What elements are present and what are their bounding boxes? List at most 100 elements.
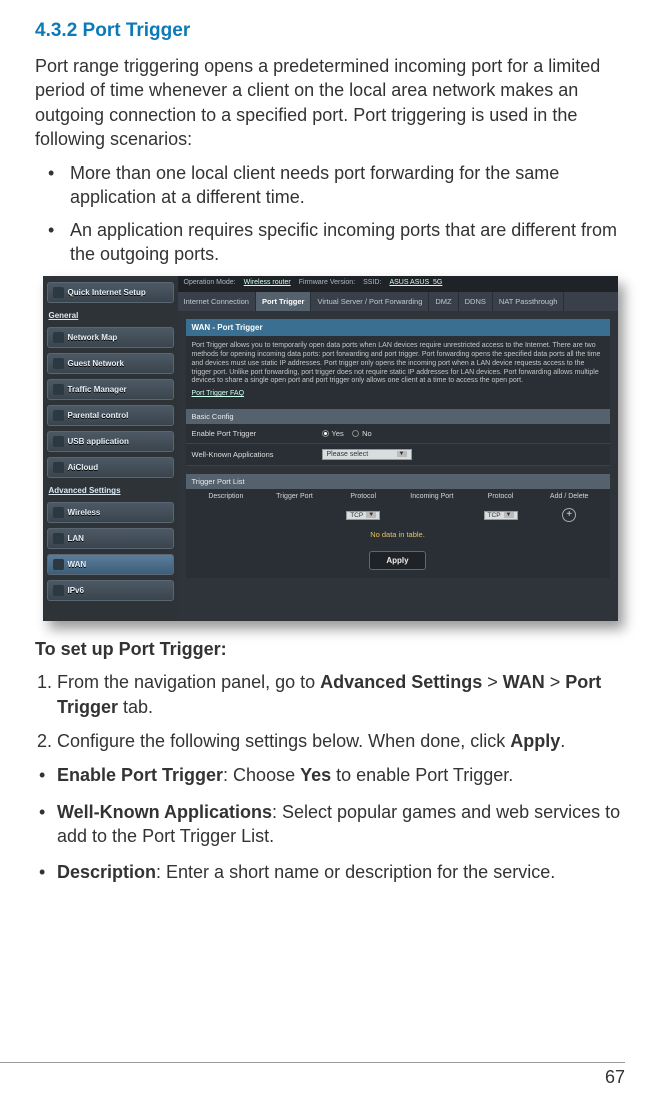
wrench-icon <box>53 287 64 298</box>
step-text: > <box>545 672 566 692</box>
apply-button[interactable]: Apply <box>369 551 425 570</box>
cloud-icon <box>53 462 64 473</box>
sidebar-item-aicloud[interactable]: AiCloud <box>47 457 174 478</box>
wka-row: Well-Known Applications Please select ▼ <box>186 444 610 466</box>
scenario-item: An application requires specific incomin… <box>70 218 625 267</box>
panel-title: WAN - Port Trigger <box>186 319 610 336</box>
sidebar-item-label: Quick Internet Setup <box>68 288 146 297</box>
radio-no[interactable] <box>352 430 359 437</box>
select-protocol-2[interactable]: TCP▼ <box>484 511 518 520</box>
enable-label: Enable Port Trigger <box>192 429 322 438</box>
opt-text: : Choose <box>223 765 300 785</box>
router-screenshot: Quick Internet Setup General Network Map… <box>43 276 618 621</box>
scenario-item: More than one local client needs port fo… <box>70 161 625 210</box>
no-data-message: No data in table. <box>186 526 610 543</box>
tab-nat-passthrough[interactable]: NAT Passthrough <box>493 292 565 311</box>
step-text: . <box>560 731 565 751</box>
proto-value: TCP <box>350 512 363 519</box>
sidebar-item-label: LAN <box>68 534 84 543</box>
step-1: From the navigation panel, go to Advance… <box>57 670 625 719</box>
tlist-input-row: TCP▼ TCP▼ + <box>186 504 610 526</box>
trigger-port-list: Trigger Port List Description Trigger Po… <box>186 474 610 578</box>
radio-yes[interactable] <box>322 430 329 437</box>
tab-port-trigger[interactable]: Port Trigger <box>256 292 312 311</box>
opt-text: to enable Port Trigger. <box>331 765 513 785</box>
sidebar-item-network-map[interactable]: Network Map <box>47 327 174 348</box>
sidebar: Quick Internet Setup General Network Map… <box>43 276 178 621</box>
chevron-down-icon: ▼ <box>366 512 376 518</box>
select-protocol-1[interactable]: TCP▼ <box>346 511 380 520</box>
faq-link[interactable]: Port Trigger FAQ <box>192 390 245 399</box>
setup-steps: From the navigation panel, go to Advance… <box>35 670 625 753</box>
section-title: Port Trigger <box>83 20 191 41</box>
sidebar-item-label: IPv6 <box>68 586 84 595</box>
panel-body-text: Port Trigger allows you to temporarily o… <box>192 342 601 384</box>
sidebar-quick-setup[interactable]: Quick Internet Setup <box>47 282 174 303</box>
tab-dmz[interactable]: DMZ <box>429 292 458 311</box>
proto-value: TCP <box>488 512 501 519</box>
sidebar-item-label: WAN <box>68 560 87 569</box>
sidebar-item-traffic[interactable]: Traffic Manager <box>47 379 174 400</box>
option-list: Enable Port Trigger: Choose Yes to enabl… <box>35 763 625 884</box>
ipv6-icon <box>53 585 64 596</box>
col-protocol-2: Protocol <box>466 493 535 500</box>
basic-config-bar: Basic Config <box>186 409 610 424</box>
step-text: > <box>482 672 503 692</box>
option-wka: Well-Known Applications: Select popular … <box>57 800 625 849</box>
step-text: Configure the following settings below. … <box>57 731 510 751</box>
page-number: 67 <box>605 1067 625 1088</box>
ssid-value: ASUS ASUS_5G <box>389 279 442 289</box>
tab-virtual-server[interactable]: Virtual Server / Port Forwarding <box>311 292 429 311</box>
apply-row: Apply <box>186 543 610 578</box>
top-status-bar: Operation Mode: Wireless router Firmware… <box>178 276 618 292</box>
sidebar-item-wireless[interactable]: Wireless <box>47 502 174 523</box>
setup-heading: To set up Port Trigger: <box>35 639 625 660</box>
step-text: From the navigation panel, go to <box>57 672 320 692</box>
usb-icon <box>53 436 64 447</box>
col-add-delete: Add / Delete <box>535 493 604 500</box>
radio-yes-label: Yes <box>332 429 344 438</box>
wan-panel: WAN - Port Trigger Port Trigger allows y… <box>186 319 610 466</box>
ssid-label: SSID: <box>363 279 381 289</box>
apply-label: Apply <box>510 731 560 751</box>
map-icon <box>53 332 64 343</box>
sidebar-item-wan[interactable]: WAN <box>47 554 174 575</box>
wka-select[interactable]: Please select ▼ <box>322 449 412 460</box>
radio-no-label: No <box>362 429 372 438</box>
gauge-icon <box>53 384 64 395</box>
footer-divider <box>0 1062 625 1063</box>
sidebar-item-parental[interactable]: Parental control <box>47 405 174 426</box>
sidebar-item-label: Guest Network <box>68 359 124 368</box>
chevron-down-icon: ▼ <box>504 512 514 518</box>
sidebar-heading-general: General <box>47 308 174 323</box>
opt-name: Description <box>57 862 156 882</box>
mode-value[interactable]: Wireless router <box>244 279 291 289</box>
fw-label: Firmware Version: <box>299 279 355 289</box>
sidebar-item-guest-network[interactable]: Guest Network <box>47 353 174 374</box>
tab-internet-connection[interactable]: Internet Connection <box>178 292 256 311</box>
tab-ddns[interactable]: DDNS <box>459 292 493 311</box>
panel-description: Port Trigger allows you to temporarily o… <box>186 336 610 405</box>
sidebar-item-ipv6[interactable]: IPv6 <box>47 580 174 601</box>
sidebar-item-lan[interactable]: LAN <box>47 528 174 549</box>
col-trigger-port: Trigger Port <box>260 493 329 500</box>
add-button[interactable]: + <box>562 508 576 522</box>
opt-name: Enable Port Trigger <box>57 765 223 785</box>
mode-label: Operation Mode: <box>184 279 236 289</box>
users-icon <box>53 358 64 369</box>
enable-port-trigger-row: Enable Port Trigger Yes No <box>186 424 610 444</box>
sidebar-item-label: Network Map <box>68 333 118 342</box>
sidebar-heading-advanced: Advanced Settings <box>47 483 174 498</box>
step-2: Configure the following settings below. … <box>57 729 625 753</box>
col-protocol-1: Protocol <box>329 493 398 500</box>
wka-label: Well-Known Applications <box>192 450 322 459</box>
sidebar-item-usb[interactable]: USB application <box>47 431 174 452</box>
sidebar-item-label: AiCloud <box>68 463 99 472</box>
sidebar-item-label: USB application <box>68 437 129 446</box>
tlist-columns: Description Trigger Port Protocol Incomi… <box>186 489 610 504</box>
globe-icon <box>53 559 64 570</box>
section-heading: 4.3.2 Port Trigger <box>35 20 625 42</box>
tab-bar: Internet Connection Port Trigger Virtual… <box>178 292 618 311</box>
opt-text: : Enter a short name or description for … <box>156 862 555 882</box>
tlist-title: Trigger Port List <box>186 474 610 489</box>
